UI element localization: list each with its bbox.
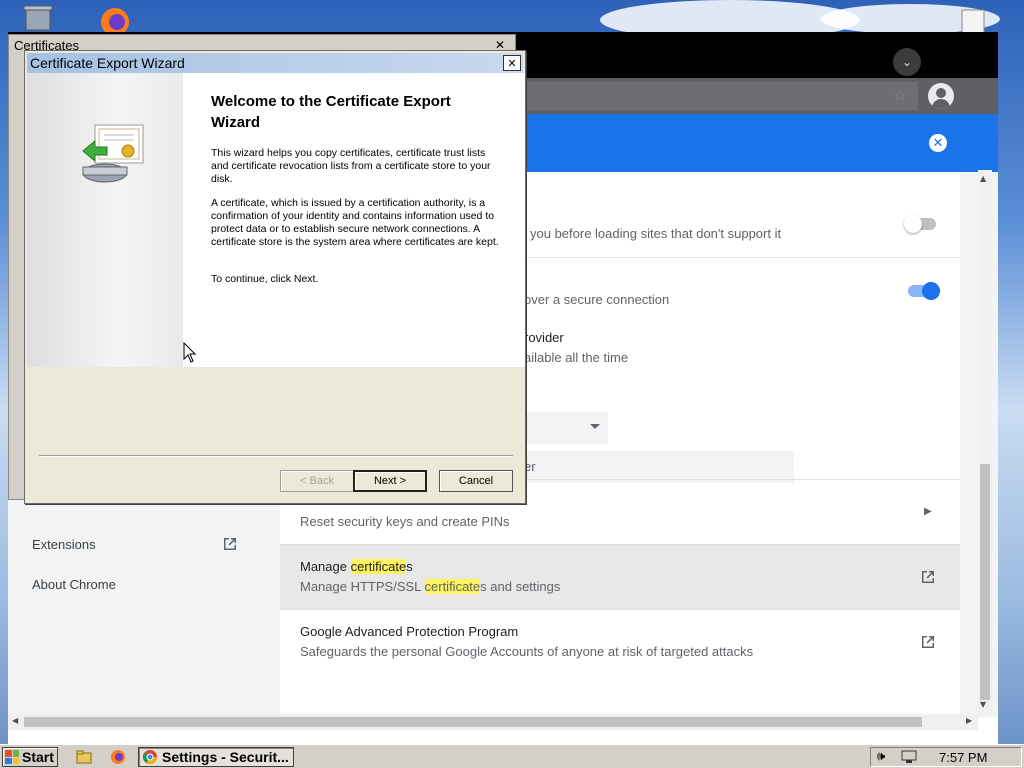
- wizard-side-panel: [27, 73, 183, 367]
- wizard-title: Certificate Export Wizard: [30, 55, 185, 71]
- toggle-off[interactable]: [904, 215, 936, 233]
- scrollbar-thumb[interactable]: [980, 464, 990, 700]
- advanced-protection-row[interactable]: Google Advanced Protection Program Safeg…: [280, 609, 960, 674]
- firefox-icon[interactable]: [110, 749, 126, 765]
- open-in-new-icon: [920, 569, 936, 585]
- mouse-cursor-icon: [183, 342, 197, 363]
- file-manager-icon[interactable]: [76, 749, 92, 765]
- separator: [39, 455, 513, 457]
- system-tray: 🕪 7:57 PM: [870, 747, 1022, 767]
- wizard-titlebar: Certificate Export Wizard ✕: [27, 53, 523, 73]
- close-search-icon[interactable]: ✕: [929, 134, 947, 152]
- row-title: rovider: [524, 330, 564, 345]
- row-description: Manage HTTPS/SSL certificates and settin…: [300, 579, 561, 594]
- scrollbar-thumb[interactable]: [24, 717, 922, 727]
- row-title: Manage certificates: [300, 559, 413, 574]
- start-button[interactable]: Start: [2, 747, 58, 767]
- address-bar[interactable]: [518, 82, 918, 110]
- scroll-left-icon[interactable]: ◀: [12, 716, 18, 725]
- start-label: Start: [22, 749, 54, 765]
- sidebar-item-extensions[interactable]: Extensions: [32, 537, 96, 552]
- taskbar-item-settings[interactable]: Settings - Securit...: [138, 747, 294, 767]
- row-title: Google Advanced Protection Program: [300, 624, 519, 639]
- wizard-content: Welcome to the Certificate Export Wizard…: [183, 73, 525, 367]
- bookmark-star-icon[interactable]: ☆: [893, 85, 907, 104]
- sidebar-item-about-chrome[interactable]: About Chrome: [32, 577, 116, 592]
- horizontal-scrollbar[interactable]: ◀ ▶: [8, 714, 978, 730]
- open-in-new-icon: [920, 634, 936, 650]
- chevron-right-icon: ▶: [924, 506, 932, 517]
- row-description: Reset security keys and create PINs: [300, 514, 510, 529]
- certificate-export-icon: [82, 124, 144, 183]
- wizard-intro-text: This wizard helps you copy certificates,…: [211, 147, 491, 185]
- back-button[interactable]: < Back: [280, 470, 354, 492]
- windows-logo-icon: [5, 750, 19, 764]
- volume-icon[interactable]: 🕪: [877, 749, 885, 764]
- scroll-right-icon[interactable]: ▶: [966, 716, 972, 725]
- row-description: ailable all the time: [524, 350, 629, 365]
- certificate-export-wizard: Certificate Export Wizard ✕ Welcome to t…: [24, 50, 526, 504]
- manage-certificates-row[interactable]: Manage certificates Manage HTTPS/SSL cer…: [280, 544, 960, 609]
- vertical-scrollbar[interactable]: ▲ ▼: [978, 170, 992, 715]
- close-icon[interactable]: ✕: [503, 55, 521, 71]
- clock: 7:57 PM: [939, 750, 988, 765]
- scroll-up-icon[interactable]: ▲: [980, 174, 986, 183]
- row-description: Safeguards the personal Google Accounts …: [300, 644, 754, 659]
- row-description: you before loading sites that don't supp…: [530, 226, 782, 241]
- wizard-description-text: A certificate, which is issued by a cert…: [211, 197, 499, 248]
- profile-avatar-icon[interactable]: [928, 83, 954, 109]
- cancel-button[interactable]: Cancel: [439, 470, 513, 492]
- network-icon[interactable]: [901, 750, 917, 764]
- task-label: Settings - Securit...: [162, 749, 289, 765]
- dropdown-arrow-icon: [590, 424, 600, 429]
- scroll-down-icon[interactable]: ▼: [980, 700, 986, 709]
- wizard-heading: Welcome to the Certificate Export Wizard: [211, 93, 451, 131]
- toggle-on[interactable]: [908, 282, 940, 300]
- taskbar: Start Settings - Securit... 🕪 7:57 PM: [0, 744, 1024, 768]
- chrome-icon: [142, 750, 157, 764]
- row-description: over a secure connection: [524, 292, 670, 307]
- wizard-instruction-text: To continue, click Next.: [211, 273, 319, 285]
- next-button[interactable]: Next >: [353, 470, 427, 492]
- open-in-new-icon: [222, 536, 238, 552]
- tab-search-button[interactable]: ⌄: [893, 48, 921, 76]
